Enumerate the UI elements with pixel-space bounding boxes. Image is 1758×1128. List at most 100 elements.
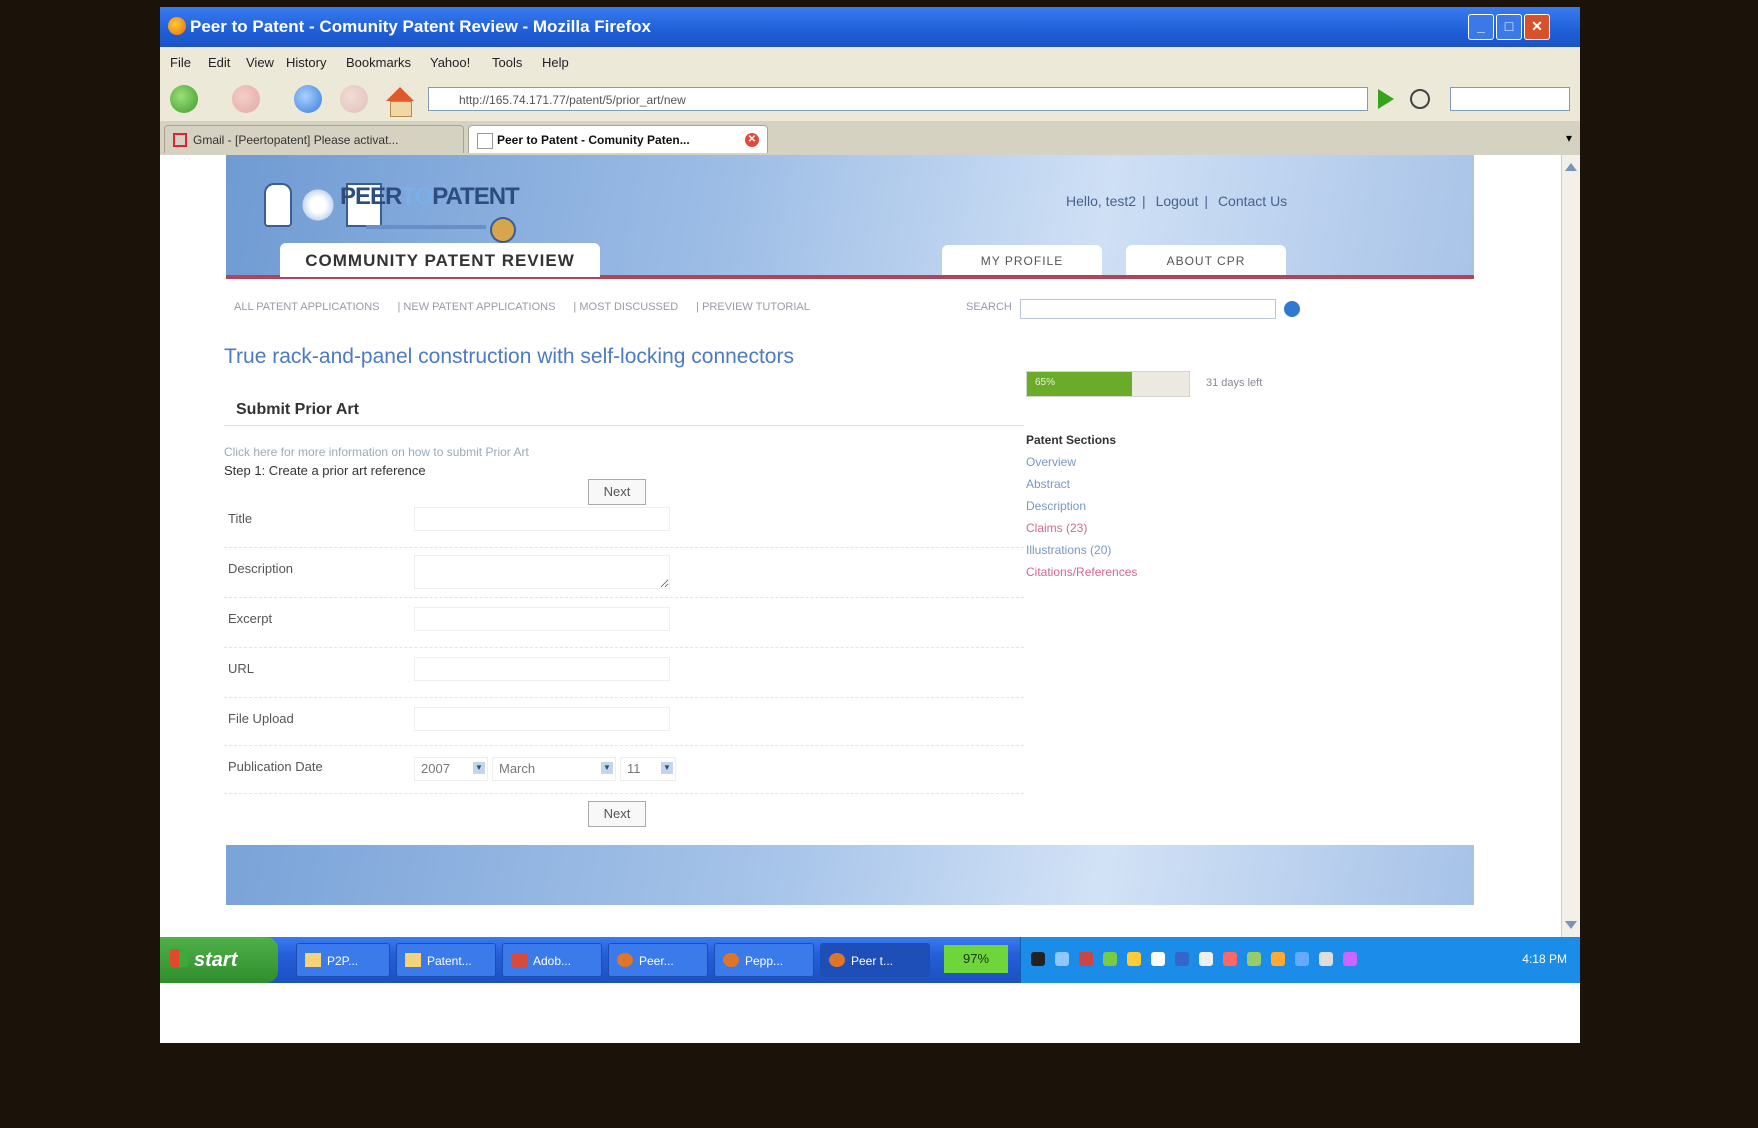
person-icon	[264, 183, 292, 227]
tab-my-profile[interactable]: MY PROFILE	[942, 245, 1102, 275]
subnav-preview-tutorial[interactable]: PREVIEW TUTORIAL	[702, 301, 810, 313]
menu-bookmarks[interactable]: Bookmarks	[346, 55, 411, 70]
search-label: SEARCH	[966, 301, 1012, 313]
tab-peer-to-patent[interactable]: Peer to Patent - Comunity Paten... ✕	[468, 125, 768, 153]
vertical-scrollbar[interactable]	[1561, 155, 1580, 937]
tray-icon[interactable]	[1031, 952, 1045, 966]
tray-icon[interactable]	[1175, 952, 1189, 966]
tray-icon[interactable]	[1103, 952, 1117, 966]
tab-gmail[interactable]: Gmail - [Peertopatent] Please activat...	[164, 125, 464, 153]
address-bar[interactable]: http://165.74.171.77/patent/5/prior_art/…	[428, 87, 1368, 111]
url-field[interactable]	[414, 657, 670, 681]
taskbar-label: Peer t...	[851, 954, 894, 968]
taskbar-button-folder-2[interactable]: Patent...	[396, 943, 496, 977]
next-button-bottom[interactable]: Next	[588, 801, 646, 827]
publication-date-label: Publication Date	[228, 759, 323, 774]
taskbar-label: Adob...	[533, 954, 572, 968]
tray-icon[interactable]	[1247, 952, 1261, 966]
subnav-most-discussed[interactable]: MOST DISCUSSED	[579, 301, 678, 313]
back-arrow-icon[interactable]	[170, 85, 198, 113]
battery-indicator[interactable]: 97%	[944, 945, 1008, 973]
reload-icon[interactable]	[294, 85, 322, 113]
logout-link[interactable]: Logout	[1156, 193, 1199, 209]
folder-icon	[305, 953, 321, 967]
user-links: Hello, test2 | Logout | Contact Us	[1066, 193, 1288, 209]
site-search-input[interactable]	[1020, 299, 1276, 319]
go-arrow-icon[interactable]	[1378, 89, 1394, 109]
sub-navigation: ALL PATENT APPLICATIONS | NEW PATENT APPL…	[234, 301, 810, 313]
menu-file[interactable]: File	[170, 55, 191, 70]
firefox-icon	[168, 17, 186, 35]
tab-about-cpr[interactable]: ABOUT CPR	[1126, 245, 1286, 275]
subnav-new-applications[interactable]: NEW PATENT APPLICATIONS	[403, 301, 555, 313]
forward-arrow-icon[interactable]	[232, 85, 260, 113]
section-link-illustrations[interactable]: Illustrations (20)	[1026, 543, 1111, 557]
section-link-citations[interactable]: Citations/References	[1026, 565, 1137, 579]
tray-icon[interactable]	[1199, 952, 1213, 966]
tray-icon[interactable]	[1271, 952, 1285, 966]
maximize-button[interactable]: □	[1496, 14, 1522, 40]
window-titlebar[interactable]: Peer to Patent - Comunity Patent Review …	[160, 7, 1580, 47]
home-icon[interactable]	[386, 87, 414, 101]
prior-art-info-link[interactable]: Click here for more information on how t…	[224, 445, 529, 459]
scroll-down-icon[interactable]	[1565, 921, 1577, 929]
close-button[interactable]: ✕	[1524, 14, 1550, 40]
menu-tools[interactable]: Tools	[492, 55, 522, 70]
tab-list-icon[interactable]: ▾	[1566, 131, 1572, 145]
page-content: PEERTOPATENT Hello, test2 | Logout | Conta…	[160, 155, 1580, 937]
menu-history[interactable]: History	[286, 55, 326, 70]
section-link-description[interactable]: Description	[1026, 499, 1086, 513]
description-field[interactable]	[414, 555, 670, 589]
taskbar-button-firefox-active[interactable]: Peer t...	[820, 943, 930, 977]
tray-icon[interactable]	[1079, 952, 1093, 966]
section-link-overview[interactable]: Overview	[1026, 455, 1076, 469]
start-button[interactable]: start	[160, 937, 278, 983]
logo-tagline	[366, 225, 486, 229]
tab-label: Gmail - [Peertopatent] Please activat...	[193, 133, 399, 147]
search-go-icon[interactable]	[1284, 301, 1300, 317]
tab-close-icon[interactable]: ✕	[745, 133, 759, 147]
contact-link[interactable]: Contact Us	[1218, 193, 1287, 209]
search-engine-icon[interactable]	[1410, 89, 1430, 109]
section-link-abstract[interactable]: Abstract	[1026, 477, 1070, 491]
patent-sections-heading: Patent Sections	[1026, 433, 1117, 447]
month-value: March	[499, 761, 536, 776]
tab-label: Peer to Patent - Comunity Paten...	[497, 133, 690, 147]
menu-edit[interactable]: Edit	[208, 55, 230, 70]
stop-icon[interactable]	[340, 85, 368, 113]
section-heading: Submit Prior Art	[236, 401, 359, 418]
taskbar-button-adobe[interactable]: Adob...	[502, 943, 602, 977]
tray-icon[interactable]	[1295, 952, 1309, 966]
scroll-up-icon[interactable]	[1565, 163, 1577, 171]
tray-icon[interactable]	[1319, 952, 1333, 966]
day-select[interactable]: 11 ▼	[620, 757, 676, 781]
tray-icon[interactable]	[1127, 952, 1141, 966]
taskbar-button-firefox-1[interactable]: Peer...	[608, 943, 708, 977]
taskbar-button-firefox-2[interactable]: Pepp...	[714, 943, 814, 977]
year-select[interactable]: 2007 ▼	[414, 757, 488, 781]
taskbar-button-folder-1[interactable]: P2P...	[296, 943, 390, 977]
site-logo[interactable]: PEERTOPATENT	[340, 183, 520, 211]
browser-search-input[interactable]	[1450, 87, 1570, 111]
tab-community-patent-review[interactable]: COMMUNITY PATENT REVIEW	[280, 243, 600, 277]
chevron-down-icon: ▼	[601, 762, 613, 774]
minimize-button[interactable]: _	[1468, 14, 1494, 40]
file-upload-field[interactable]	[414, 707, 670, 731]
step-instruction: Step 1: Create a prior art reference	[224, 463, 426, 478]
title-field[interactable]	[414, 507, 670, 531]
menu-help[interactable]: Help	[542, 55, 569, 70]
tray-icon[interactable]	[1223, 952, 1237, 966]
chevron-down-icon: ▼	[661, 762, 673, 774]
firefox-icon	[723, 953, 739, 967]
subnav-all-applications[interactable]: ALL PATENT APPLICATIONS	[234, 301, 380, 313]
section-link-claims[interactable]: Claims (23)	[1026, 521, 1087, 535]
menu-view[interactable]: View	[246, 55, 274, 70]
tray-icon[interactable]	[1151, 952, 1165, 966]
month-select[interactable]: March ▼	[492, 757, 616, 781]
tray-icon[interactable]	[1055, 952, 1069, 966]
excerpt-field[interactable]	[414, 607, 670, 631]
tray-icon[interactable]	[1343, 952, 1357, 966]
logo-text-patent: PATENT	[432, 183, 519, 210]
menu-yahoo[interactable]: Yahoo!	[430, 55, 470, 70]
start-label: start	[194, 949, 238, 971]
